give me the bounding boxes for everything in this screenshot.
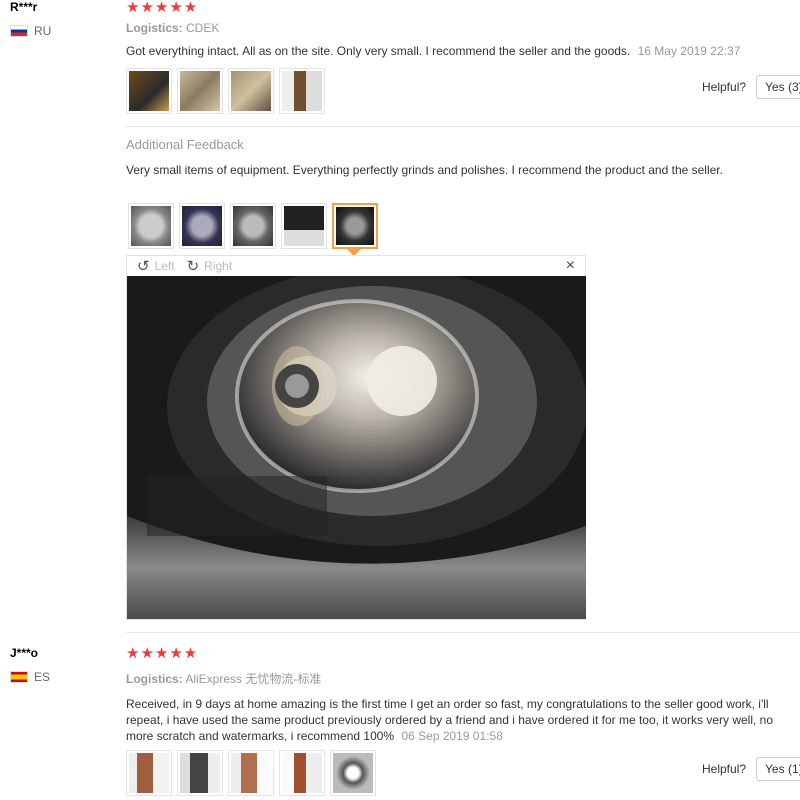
reviewer-info: R***r RU — [10, 0, 110, 38]
logistics-value: CDEK — [186, 21, 220, 35]
helpful-label: Helpful? — [702, 762, 747, 776]
review-photo-thumbnail[interactable] — [228, 68, 274, 114]
additional-photos — [128, 203, 378, 256]
additional-photo-thumbnail[interactable] — [179, 203, 225, 249]
review-photos — [126, 750, 376, 796]
spain-flag-icon — [10, 671, 28, 683]
logistics-info: Logistics: CDEK — [126, 21, 796, 35]
rotate-left-icon: ↺ — [137, 258, 150, 275]
divider — [126, 126, 800, 127]
rotate-right-label: Right — [204, 259, 233, 273]
additional-photo-thumbnail[interactable] — [230, 203, 276, 249]
review-content: ★★★★★ Logistics: AliExpress 无忧物流-标准 Rece… — [126, 646, 796, 744]
reviewer-country: ES — [10, 670, 110, 684]
review-photo-thumbnail[interactable] — [279, 750, 325, 796]
reviewer-name: J***o — [10, 646, 39, 660]
logistics-label: Logistics: — [126, 21, 183, 35]
country-code: RU — [34, 24, 52, 38]
russia-flag-icon — [10, 25, 28, 37]
logistics-info: Logistics: AliExpress 无忧物流-标准 — [126, 670, 796, 687]
reviewer-country: RU — [10, 24, 110, 38]
rotate-left-control[interactable]: ↺ Left — [137, 257, 175, 275]
review-photo-thumbnail[interactable] — [126, 750, 172, 796]
review-date: 06 Sep 2019 01:58 — [401, 729, 503, 743]
helpful-section: Helpful? Yes (1) — [702, 757, 800, 781]
review-photo-thumbnail[interactable] — [126, 68, 172, 114]
rotate-right-icon: ↻ — [186, 258, 200, 275]
rotate-left-label: Left — [154, 259, 175, 273]
star-rating: ★★★★★ — [126, 645, 199, 662]
helpful-yes-button[interactable]: Yes (3) — [756, 75, 800, 99]
review-photo-thumbnail[interactable] — [330, 750, 376, 796]
fog-light-photo — [127, 276, 586, 619]
additional-photo-thumbnail-selected[interactable] — [332, 203, 378, 256]
review-text: Got everything intact. All as on the sit… — [126, 44, 631, 58]
close-icon[interactable]: × — [566, 257, 575, 275]
country-code: ES — [34, 670, 51, 684]
helpful-yes-button[interactable]: Yes (1) — [756, 757, 800, 781]
additional-photo-thumbnail[interactable] — [281, 203, 327, 249]
enlarged-review-photo — [127, 276, 586, 619]
additional-photo-thumbnail[interactable] — [128, 203, 174, 249]
review-photo-thumbnail[interactable] — [177, 750, 223, 796]
review-photo-thumbnail[interactable] — [279, 68, 325, 114]
logistics-label: Logistics: — [126, 672, 183, 686]
divider — [126, 632, 800, 633]
helpful-label: Helpful? — [702, 80, 747, 94]
star-rating: ★★★★★ — [126, 0, 199, 16]
review-content: ★★★★★ Logistics: CDEK Got everything int… — [126, 0, 796, 59]
reviewer-name: R***r — [10, 0, 38, 14]
review-text-block: Received, in 9 days at home amazing is t… — [126, 696, 796, 744]
viewer-toolbar: ↺ Left ↻ Right × — [127, 256, 585, 276]
logistics-value: AliExpress 无忧物流-标准 — [185, 672, 322, 686]
additional-feedback-title: Additional Feedback — [126, 137, 244, 152]
review-photos — [126, 68, 325, 114]
rotate-right-control[interactable]: ↻ Right — [187, 257, 233, 275]
photo-viewer: ↺ Left ↻ Right × — [126, 255, 586, 620]
additional-feedback-text: Very small items of equipment. Everythin… — [126, 163, 723, 177]
review-photo-thumbnail[interactable] — [177, 68, 223, 114]
reviewer-info: J***o ES — [10, 646, 110, 684]
review-photo-thumbnail[interactable] — [228, 750, 274, 796]
review-text-block: Got everything intact. All as on the sit… — [126, 43, 796, 59]
helpful-section: Helpful? Yes (3) — [702, 75, 800, 99]
review-date: 16 May 2019 22:37 — [637, 44, 741, 58]
